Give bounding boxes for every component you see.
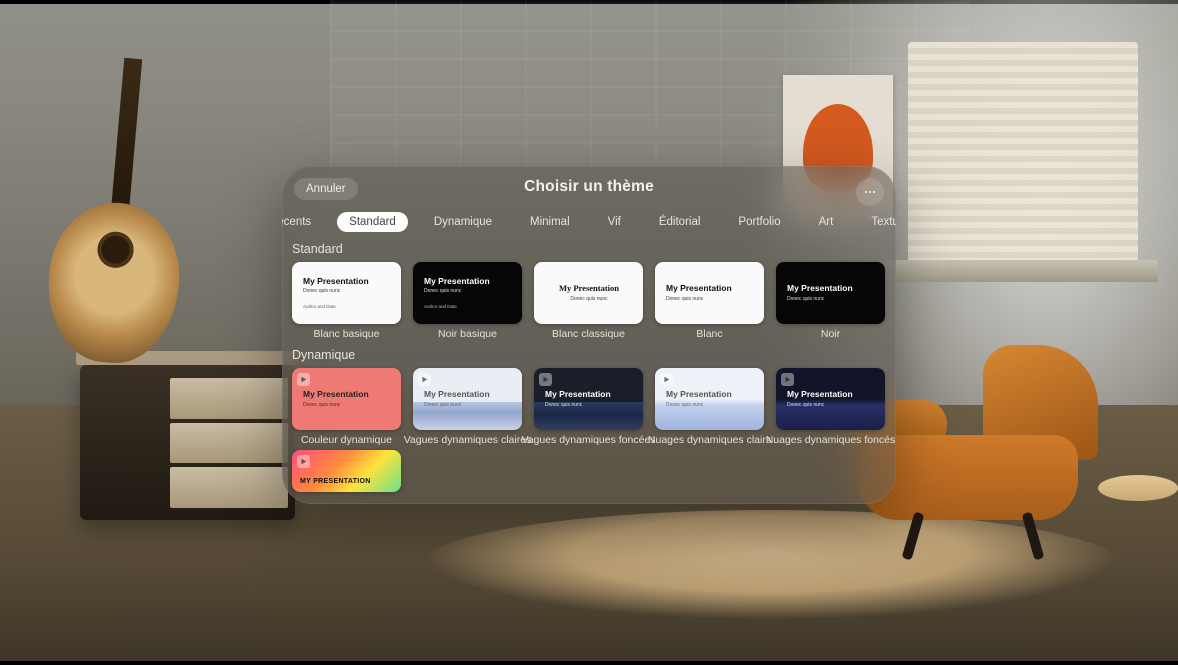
- thumb-heading: MY PRESENTATION: [300, 478, 371, 486]
- theme-card-nuages-dynamiques-fonce-s[interactable]: My PresentationDonec quis nuncNuages dyn…: [776, 368, 885, 446]
- tab-art[interactable]: Art: [807, 212, 846, 232]
- theme-thumb: My Presentation Donec quis nunc: [655, 368, 764, 430]
- theme-thumb: My Presentation Donec quis nunc: [292, 368, 401, 430]
- theme-card-nuages-dynamiques-clairs[interactable]: My PresentationDonec quis nuncNuages dyn…: [655, 368, 764, 446]
- tab-dynamique[interactable]: Dynamique: [422, 212, 504, 232]
- theme-thumb: My Presentation Donec quis nunc Author and…: [292, 262, 401, 324]
- thumb-subtitle: Donec quis nunc: [666, 296, 754, 302]
- theme-card-gradient-extra[interactable]: MY PRESENTATION: [292, 450, 401, 492]
- play-badge-icon: [781, 373, 794, 386]
- theme-label: Blanc classique: [552, 328, 625, 340]
- theme-label: Couleur dynamique: [301, 434, 392, 446]
- theme-thumb: MY PRESENTATION: [292, 450, 401, 492]
- theme-card-couleur-dynamique[interactable]: My Presentation Donec quis nunc Couleur dy…: [292, 368, 401, 446]
- category-tabs: Récents Standard Dynamique Minimal Vif Éditor…: [282, 208, 896, 240]
- thumb-heading: My Presentation: [559, 284, 619, 293]
- theme-thumb: My Presentation Donec quis nunc: [776, 368, 885, 430]
- play-badge-icon: [539, 373, 552, 386]
- tab-minimal[interactable]: Minimal: [518, 212, 582, 232]
- theme-thumb: My Presentation Donec quis nunc: [776, 262, 885, 324]
- panel-header: Annuler Choisir un thème: [282, 166, 896, 208]
- thumb-heading: My Presentation: [424, 277, 512, 286]
- theme-card-vagues-dynamiques-fonce-es[interactable]: My PresentationDonec quis nuncVagues dyn…: [534, 368, 643, 446]
- themes-scroll[interactable]: Standard My Presentation Donec quis nunc A…: [282, 240, 896, 502]
- theme-label: Vagues dynamiques foncées: [521, 434, 655, 446]
- theme-thumb: My Presentation Donec quis nunc: [534, 368, 643, 430]
- theme-card-blanc-basique[interactable]: My Presentation Donec quis nunc Author and…: [292, 262, 401, 340]
- tab-editorial[interactable]: Éditorial: [647, 212, 713, 232]
- thumb-subtitle: Donec quis nunc: [787, 402, 875, 408]
- thumb-heading: My Presentation: [666, 390, 754, 399]
- thumb-subtitle: Donec quis nunc: [666, 402, 754, 408]
- guitar: [32, 52, 208, 369]
- play-badge-icon: [297, 373, 310, 386]
- tab-vif[interactable]: Vif: [596, 212, 633, 232]
- thumb-subtitle: Donec quis nunc: [424, 288, 512, 294]
- theme-label: Nuages dynamiques foncés: [766, 434, 896, 446]
- theme-label: Noir: [821, 328, 840, 340]
- thumb-author: Author and Date: [424, 304, 512, 309]
- thumb-subtitle: Donec quis nunc: [545, 402, 633, 408]
- thumb-subtitle: Donec quis nunc: [570, 296, 607, 302]
- theme-card-blanc[interactable]: My Presentation Donec quis nunc Blanc: [655, 262, 764, 340]
- thumb-author: Author and Date: [303, 304, 391, 309]
- play-badge-icon: [660, 373, 673, 386]
- ellipsis-icon: [863, 185, 877, 199]
- theme-card-blanc-classique[interactable]: My Presentation Donec quis nunc Blanc clas…: [534, 262, 643, 340]
- theme-label: Noir basique: [438, 328, 497, 340]
- theme-card-vagues-dynamiques-claires[interactable]: My PresentationDonec quis nuncVagues dyn…: [413, 368, 522, 446]
- row-standard: My Presentation Donec quis nunc Author and…: [292, 262, 886, 340]
- tab-texture[interactable]: Texturé: [859, 212, 896, 232]
- tab-portfolio[interactable]: Portfolio: [726, 212, 792, 232]
- panel-title: Choisir un thème: [524, 178, 654, 196]
- cancel-button[interactable]: Annuler: [294, 178, 358, 200]
- theme-label: Vagues dynamiques claires: [404, 434, 532, 446]
- thumb-subtitle: Donec quis nunc: [787, 296, 875, 302]
- tab-recents[interactable]: Récents: [282, 212, 323, 232]
- thumb-subtitle: Donec quis nunc: [303, 288, 391, 294]
- thumb-subtitle: Donec quis nunc: [303, 402, 391, 408]
- row-dynamique-2: MY PRESENTATION: [292, 450, 886, 492]
- play-badge-icon: [418, 373, 431, 386]
- section-title-dynamique: Dynamique: [292, 346, 886, 368]
- theme-thumb: My Presentation Donec quis nunc: [413, 368, 522, 430]
- environment-backdrop: Annuler Choisir un thème Récents Standard…: [0, 0, 1178, 665]
- theme-thumb: My Presentation Donec quis nunc: [534, 262, 643, 324]
- section-title-standard: Standard: [292, 240, 886, 262]
- window-ledge: [883, 260, 1158, 282]
- thumb-heading: My Presentation: [424, 390, 512, 399]
- theme-card-noir-basique[interactable]: My Presentation Donec quis nunc Author and…: [413, 262, 522, 340]
- side-table: [1098, 475, 1178, 585]
- sideboard-drawers: [170, 378, 288, 508]
- theme-label: Blanc basique: [314, 328, 380, 340]
- thumb-heading: My Presentation: [666, 284, 754, 293]
- theme-label: Blanc: [696, 328, 722, 340]
- thumb-heading: My Presentation: [303, 277, 391, 286]
- tab-standard[interactable]: Standard: [337, 212, 408, 232]
- thumb-heading: My Presentation: [303, 390, 391, 399]
- theme-chooser-panel: Annuler Choisir un thème Récents Standard…: [282, 166, 896, 504]
- theme-thumb: My Presentation Donec quis nunc: [655, 262, 764, 324]
- thumb-subtitle: Donec quis nunc: [424, 402, 512, 408]
- more-button[interactable]: [856, 178, 884, 206]
- play-badge-icon: [297, 455, 310, 468]
- thumb-heading: My Presentation: [787, 390, 875, 399]
- theme-label: Nuages dynamiques clairs: [648, 434, 771, 446]
- theme-card-noir[interactable]: My Presentation Donec quis nunc Noir: [776, 262, 885, 340]
- theme-thumb: My Presentation Donec quis nunc Author and…: [413, 262, 522, 324]
- row-dynamique: My Presentation Donec quis nunc Couleur dy…: [292, 368, 886, 446]
- thumb-heading: My Presentation: [545, 390, 633, 399]
- window-blinds: [908, 42, 1138, 262]
- thumb-heading: My Presentation: [787, 284, 875, 293]
